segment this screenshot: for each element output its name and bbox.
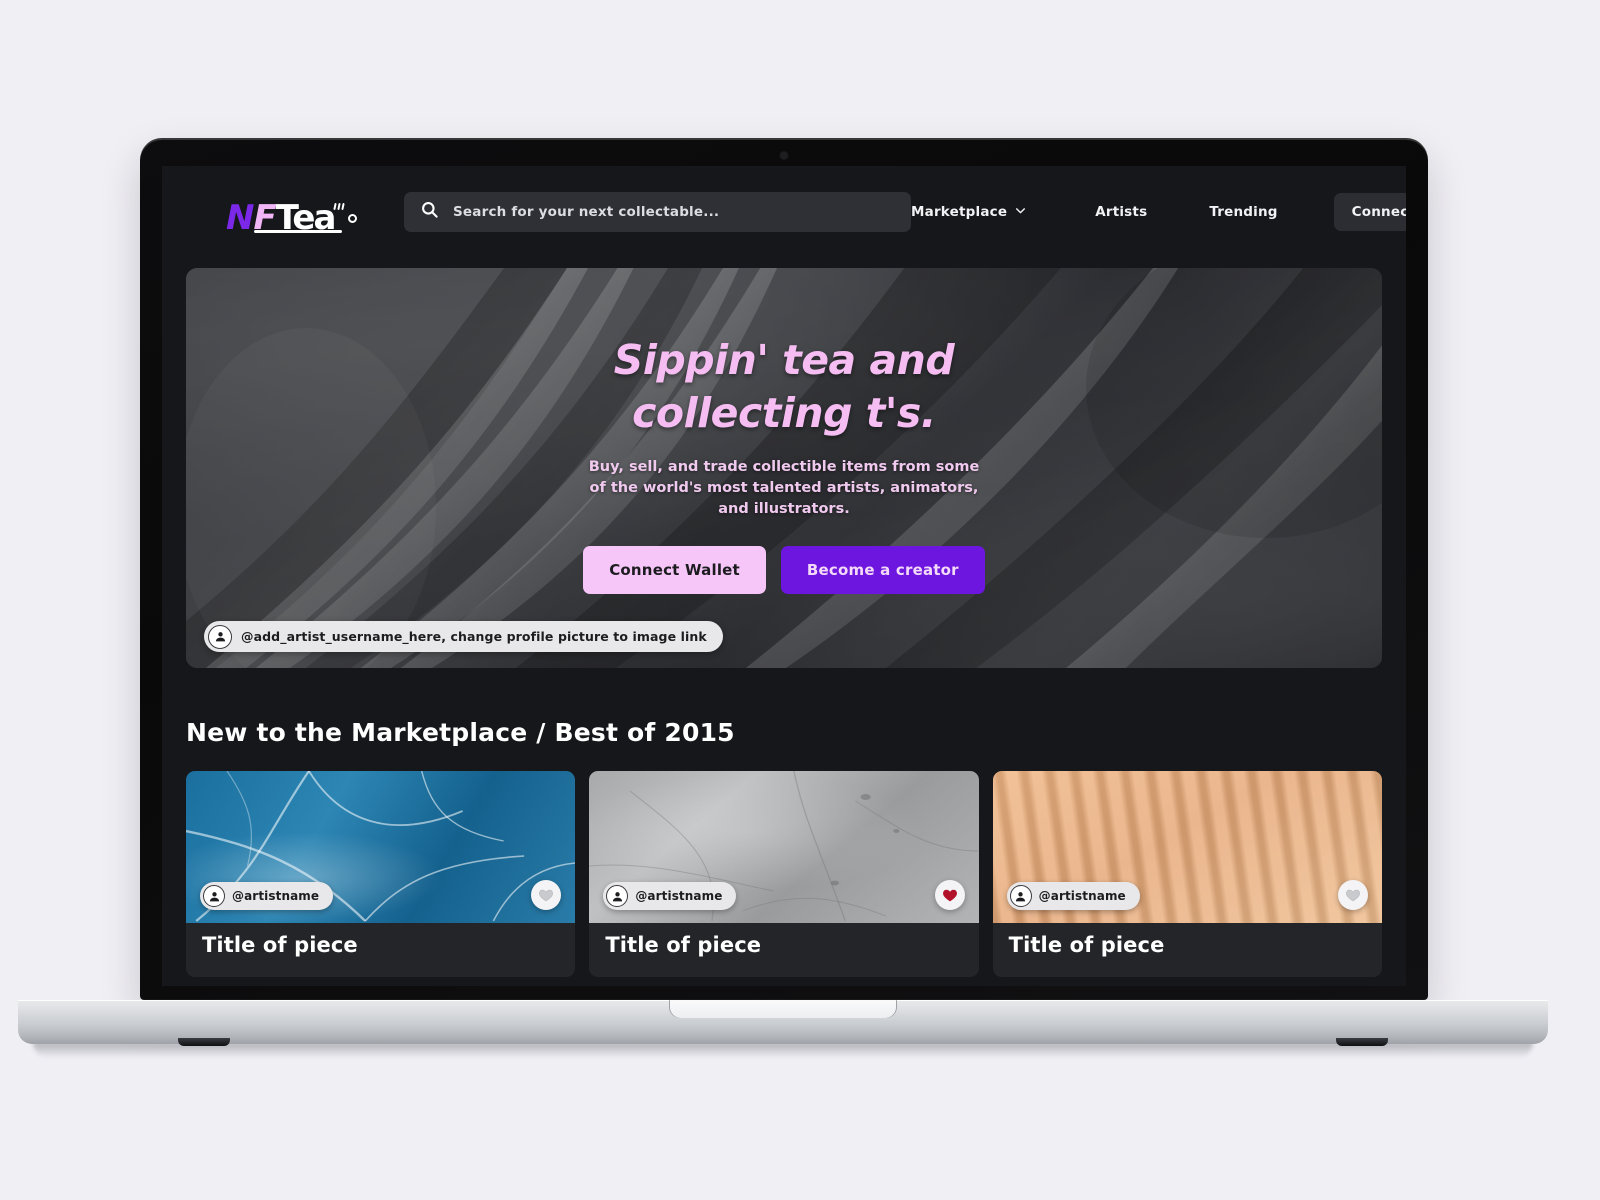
- hero-title: Sippin' tea and collecting t's.: [613, 336, 955, 438]
- nftea-website: NFTea Search for your next collectable..…: [162, 166, 1406, 986]
- laptop-foot-left: [178, 1038, 230, 1046]
- laptop-base-surface: [18, 1000, 1548, 1044]
- logo-underline: [254, 230, 342, 233]
- nav-item-artists[interactable]: Artists: [1095, 204, 1147, 220]
- search-input[interactable]: [453, 204, 895, 220]
- avatar-icon: [1009, 885, 1032, 907]
- nft-card-title: Title of piece: [605, 933, 762, 957]
- heart-filled-icon-button[interactable]: [934, 880, 965, 910]
- nft-card-artist-pill[interactable]: @artistname: [603, 882, 737, 910]
- nav-item-trending-label: Trending: [1209, 204, 1278, 220]
- nft-card-image: @artistname: [589, 771, 979, 923]
- laptop-base: [18, 1000, 1548, 1060]
- search-icon: [420, 200, 439, 224]
- section-heading: New to the Marketplace / Best of 2015: [186, 718, 735, 747]
- heart-icon: [539, 889, 554, 902]
- laptop-base-shadow: [33, 1042, 1533, 1058]
- nav-item-trending[interactable]: Trending: [1209, 204, 1277, 220]
- hero-artist-credit-text: @add_artist_username_here, change profil…: [241, 629, 707, 644]
- nft-card[interactable]: @artistname Title of piece: [992, 771, 1382, 977]
- laptop-foot-right: [1336, 1038, 1388, 1046]
- laptop-base-notch: [670, 1000, 896, 1018]
- hero-actions: Connect Wallet Become a creator: [583, 545, 985, 594]
- nav-item-artists-label: Artists: [1095, 204, 1148, 220]
- nft-card-artist-name: @artistname: [1038, 889, 1126, 903]
- page-scene: NFTea Search for your next collectable..…: [0, 0, 1600, 1200]
- logo-letter-n: N: [226, 198, 254, 238]
- connect-wallet-button-nav[interactable]: Connect Wallet: [1333, 193, 1406, 231]
- nft-card-image: @artistname: [186, 771, 576, 923]
- nft-card-artist-name: @artistname: [232, 889, 320, 903]
- chevron-down-icon: [1014, 204, 1027, 221]
- nft-card-artist-pill[interactable]: @artistname: [1006, 882, 1140, 910]
- top-navigation-bar: NFTea Search for your next collectable..…: [162, 166, 1406, 258]
- laptop-screen: NFTea Search for your next collectable..…: [162, 166, 1406, 986]
- hero-subtitle: Buy, sell, and trade collectible items f…: [588, 458, 980, 517]
- laptop-device: NFTea Search for your next collectable..…: [137, 135, 1431, 1000]
- nft-card-title: Title of piece: [202, 933, 358, 957]
- webcam-icon: [780, 152, 788, 159]
- search-bar[interactable]: [404, 192, 911, 232]
- nft-card-artist-pill[interactable]: @artistname: [200, 882, 334, 910]
- nft-card-body: Title of piece: [589, 923, 978, 977]
- nft-card-image: @artistname: [992, 771, 1382, 923]
- nav-item-marketplace-label: Marketplace: [911, 204, 1008, 220]
- hero-content: Sippin' tea and collecting t's. Buy, sel…: [186, 268, 1382, 668]
- laptop-lid: NFTea Search for your next collectable..…: [137, 135, 1431, 1000]
- nav-links: Marketplace Artists Trending Connec: [911, 193, 1406, 231]
- nft-card-body: Title of piece: [186, 923, 575, 977]
- avatar-icon: [203, 885, 225, 907]
- nft-card-body: Title of piece: [993, 923, 1382, 977]
- hero-banner: Sippin' tea and collecting t's. Buy, sel…: [186, 268, 1382, 668]
- nft-card[interactable]: @artistname Title of piece: [186, 771, 576, 977]
- avatar-icon: [606, 885, 629, 907]
- heart-icon: [1346, 889, 1360, 902]
- marketplace-card-grid: @artistname Title of piece @artistname T…: [186, 771, 1382, 977]
- become-a-creator-button[interactable]: Become a creator: [780, 545, 985, 594]
- nav-item-marketplace[interactable]: Marketplace: [911, 204, 1027, 221]
- connect-wallet-button-hero[interactable]: Connect Wallet: [583, 545, 766, 594]
- avatar-icon: [208, 624, 232, 649]
- hero-artist-credit-pill[interactable]: @add_artist_username_here, change profil…: [204, 621, 723, 652]
- nft-card-artist-name: @artistname: [635, 889, 723, 903]
- heart-outline-icon-button[interactable]: [1338, 880, 1368, 910]
- nft-card[interactable]: @artistname Title of piece: [589, 771, 979, 977]
- heart-icon: [942, 889, 957, 902]
- steam-icon: [333, 202, 345, 211]
- nft-card-title: Title of piece: [1008, 933, 1165, 957]
- teacup-icon: [332, 211, 357, 227]
- brand-logo[interactable]: NFTea: [226, 189, 358, 235]
